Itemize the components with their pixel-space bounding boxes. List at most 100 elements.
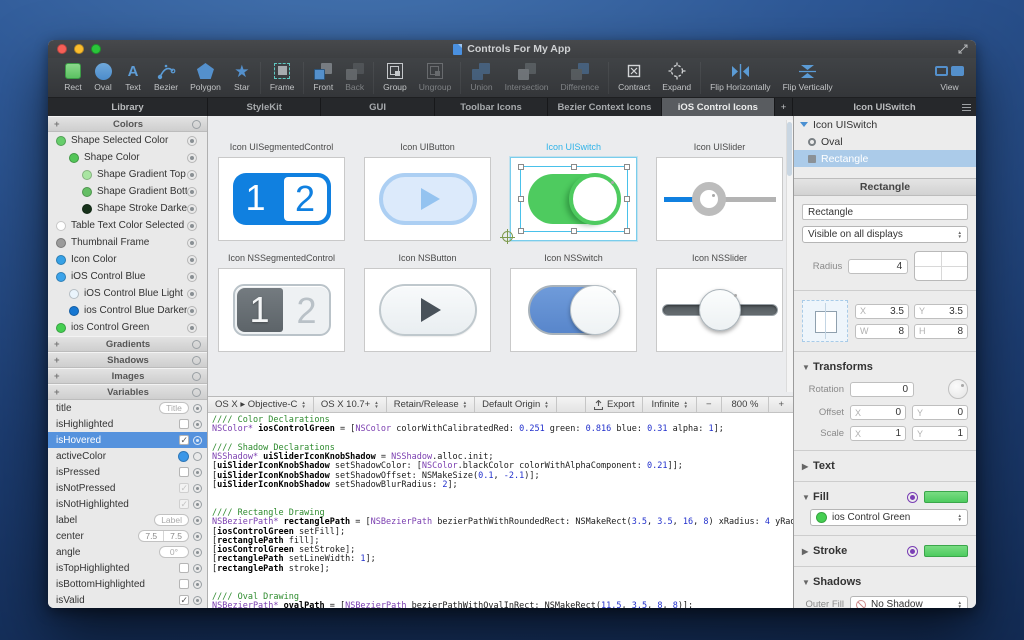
target-icon[interactable] (193, 468, 202, 477)
variable-checkbox[interactable] (179, 435, 189, 445)
tool-polygon[interactable]: Polygon (184, 61, 227, 92)
fill-color-swatch[interactable] (924, 491, 968, 503)
tool-text[interactable]: AText (118, 61, 148, 92)
color-item-table-text-color-selected[interactable]: Table Text Color Selected (48, 217, 207, 234)
variable-checkbox[interactable] (179, 419, 189, 429)
target-icon[interactable] (193, 532, 202, 541)
uisegmentedcontrol-shape[interactable]: 12 (233, 173, 331, 225)
target-icon[interactable] (187, 136, 197, 146)
layer-rectangle[interactable]: Rectangle (794, 150, 976, 167)
nsslider-shape[interactable] (662, 284, 778, 336)
code-dropdown-os-x-objective-c[interactable]: OS X ▸ Objective-C (208, 397, 314, 412)
tool-frame[interactable]: Frame (264, 61, 301, 92)
layer-oval[interactable]: Oval (794, 133, 976, 150)
variable-item-ispressed[interactable]: isPressed (48, 464, 207, 480)
variable-item-isbottomhighlighted[interactable]: isBottomHighlighted (48, 576, 207, 592)
card-artboard[interactable]: 12 (218, 157, 345, 241)
target-icon[interactable] (193, 580, 202, 589)
tool-oval[interactable]: Oval (88, 61, 118, 92)
uislider-shape[interactable] (664, 173, 776, 225)
target-icon[interactable] (187, 153, 197, 163)
selection-handle[interactable] (624, 196, 630, 202)
selection-handle[interactable] (518, 164, 524, 170)
selection-handle[interactable] (518, 196, 524, 202)
visibility-dropdown[interactable]: Visible on all displays (802, 226, 968, 243)
color-item-thumbnail-frame[interactable]: Thumbnail Frame (48, 234, 207, 251)
variable-item-activecolor[interactable]: activeColor (48, 448, 207, 464)
target-icon[interactable] (193, 548, 202, 557)
transforms-section-header[interactable]: ▼ Transforms (802, 361, 968, 373)
target-icon[interactable] (193, 500, 202, 509)
variable-value-field[interactable]: Label (154, 514, 189, 526)
stroke-section-header[interactable]: ▶ Stroke (802, 545, 968, 557)
target-icon[interactable] (187, 187, 197, 197)
target-icon[interactable] (187, 323, 197, 333)
add-colors-icon[interactable]: + (54, 119, 64, 130)
card-artboard[interactable] (510, 268, 637, 352)
variable-item-istophighlighted[interactable]: isTopHighlighted (48, 560, 207, 576)
canvas-card-nssegmented[interactable]: Icon NSSegmentedControl12 (218, 253, 345, 352)
color-item-ios-control-blue[interactable]: iOS Control Blue (48, 268, 207, 285)
canvas[interactable]: Icon UISegmentedControl12Icon UIButtonIc… (208, 116, 793, 396)
target-icon[interactable] (193, 564, 202, 573)
scale-x-field[interactable]: X1 (850, 426, 906, 441)
variable-item-title[interactable]: titleTitle (48, 400, 207, 416)
target-icon[interactable] (187, 255, 197, 265)
tool-flip-horizontally[interactable]: Flip Horizontally (704, 61, 776, 92)
color-item-shape-gradient-top[interactable]: Shape Gradient Top (48, 166, 207, 183)
add-shadows-icon[interactable]: + (54, 355, 64, 366)
target-icon[interactable] (193, 516, 202, 525)
zoom-button[interactable] (91, 44, 101, 54)
add-images-icon[interactable]: + (54, 371, 64, 382)
variable-item-ishighlighted[interactable]: isHighlighted (48, 416, 207, 432)
variable-item-ishovered[interactable]: isHovered (48, 432, 207, 448)
selection-handle[interactable] (518, 228, 524, 234)
selection-handle[interactable] (624, 164, 630, 170)
variable-item-isvalid[interactable]: isValid (48, 592, 207, 608)
corner-radius-widget[interactable] (914, 251, 968, 281)
section-header-gradients[interactable]: +Gradients (48, 336, 207, 352)
zoom-in-button[interactable]: + (768, 397, 793, 412)
section-header-images[interactable]: +Images (48, 368, 207, 384)
tool-difference[interactable]: Difference (555, 61, 606, 92)
shape-name-field[interactable]: Rectangle (802, 204, 968, 220)
target-icon[interactable] (193, 436, 202, 445)
tool-bezier[interactable]: Bezier (148, 61, 184, 92)
fullscreen-icon[interactable] (958, 44, 968, 54)
card-artboard[interactable]: 12 (218, 268, 345, 352)
canvas-card-uisegmented[interactable]: Icon UISegmentedControl12 (218, 142, 345, 241)
variable-item-center[interactable]: center7.57.5 (48, 528, 207, 544)
canvas-card-uibutton[interactable]: Icon UIButton (364, 142, 491, 241)
uibutton-shape[interactable] (379, 173, 477, 225)
target-ring-icon[interactable] (192, 372, 201, 381)
nssegmentedcontrol-shape[interactable]: 12 (233, 284, 331, 336)
tool-expand[interactable]: Expand (656, 61, 697, 92)
target-icon[interactable] (187, 238, 197, 248)
scale-y-field[interactable]: Y1 (912, 426, 968, 441)
color-item-ios-control-blue-darker[interactable]: ios Control Blue Darker (48, 302, 207, 319)
color-item-icon-color[interactable]: Icon Color (48, 251, 207, 268)
target-ring-icon[interactable] (192, 340, 201, 349)
target-icon[interactable] (187, 204, 197, 214)
tool-ungroup[interactable]: Ungroup (413, 61, 458, 92)
infinite-dropdown[interactable]: Infinite (642, 397, 695, 412)
color-item-shape-color[interactable]: Shape Color (48, 149, 207, 166)
origin-crosshair-icon[interactable] (502, 231, 513, 242)
x-field[interactable]: X3.5 (855, 304, 909, 319)
canvas-card-nsslider[interactable]: Icon NSSlider (656, 253, 783, 352)
tool-front[interactable]: Front (307, 61, 339, 92)
offset-y-field[interactable]: Y0 (912, 405, 968, 420)
layer-icon-uiswitch[interactable]: Icon UISwitch (794, 116, 976, 133)
target-icon[interactable] (187, 289, 197, 299)
tab-bezier-context-icons[interactable]: Bezier Context Icons (548, 98, 661, 116)
section-header-shadows[interactable]: +Shadows (48, 352, 207, 368)
target-ring-icon[interactable] (192, 356, 201, 365)
close-button[interactable] (57, 44, 67, 54)
tab-ios-control-icons[interactable]: iOS Control Icons (662, 98, 775, 116)
disclosure-down-icon[interactable] (800, 122, 808, 131)
target-icon[interactable] (193, 452, 202, 461)
code-dropdown-retain-release[interactable]: Retain/Release (387, 397, 475, 412)
target-icon[interactable] (187, 306, 197, 316)
tool-view[interactable]: View (929, 61, 970, 92)
tool-union[interactable]: Union (464, 61, 498, 92)
